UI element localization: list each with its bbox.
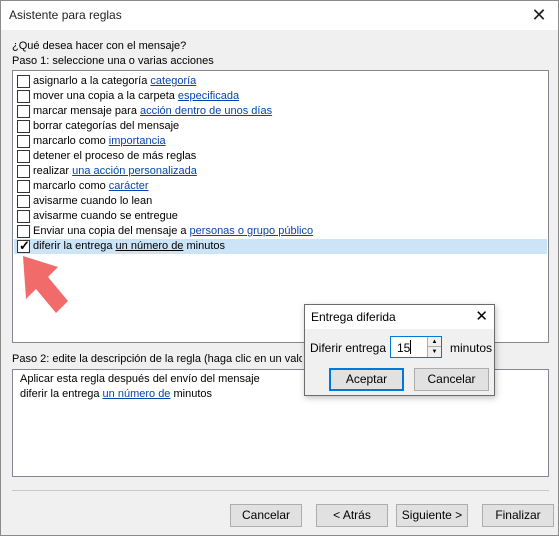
checkbox-icon[interactable] [17, 150, 30, 163]
checkbox-icon[interactable] [17, 105, 30, 118]
close-icon[interactable]: ✕ [475, 307, 488, 325]
action-text: diferir la entrega [33, 240, 116, 252]
step2-label: Paso 2: edite la descripción de la regla… [12, 353, 302, 365]
action-link[interactable]: categoría [150, 75, 196, 87]
step1-label: Paso 1: seleccione una o varias acciones [12, 55, 214, 67]
next-button[interactable]: Siguiente > [396, 504, 468, 527]
action-label: mover una copia a la carpeta especificad… [33, 90, 239, 102]
action-row[interactable]: mover una copia a la carpeta especificad… [14, 89, 547, 104]
minutes-value[interactable]: 15 [397, 341, 410, 355]
action-text: asignarlo a la categoría [33, 75, 151, 87]
description-line: diferir la entrega un número de minutos [20, 388, 212, 400]
actions-list[interactable]: asignarlo a la categoría categoría mover … [12, 70, 549, 343]
cancel-button[interactable]: Cancelar [230, 504, 302, 527]
action-text: realizar [33, 165, 73, 177]
action-label: avisarme cuando se entregue [33, 210, 178, 222]
accept-button[interactable]: Aceptar [329, 368, 404, 391]
action-row[interactable]: avisarme cuando lo lean [14, 194, 547, 209]
checkbox-icon[interactable] [17, 210, 30, 223]
description-text: diferir la entrega [20, 388, 103, 400]
checkbox-icon[interactable] [17, 75, 30, 88]
checkbox-icon[interactable] [17, 225, 30, 238]
question-label: ¿Qué desea hacer con el mensaje? [12, 40, 187, 52]
action-link[interactable]: carácter [109, 180, 149, 192]
action-label: avisarme cuando lo lean [33, 195, 152, 207]
action-text: marcar mensaje para [33, 105, 140, 117]
action-label: Enviar una copia del mensaje a personas … [33, 225, 313, 237]
description-line: Aplicar esta regla después del envío del… [20, 373, 260, 385]
action-row[interactable]: detener el proceso de más reglas [14, 149, 547, 164]
action-row[interactable]: marcar mensaje para acción dentro de uno… [14, 104, 547, 119]
action-text: detener el proceso de más reglas [33, 150, 197, 162]
action-text: avisarme cuando lo lean [33, 195, 153, 207]
action-label: detener el proceso de más reglas [33, 150, 196, 162]
action-link[interactable]: una acción personalizada [72, 165, 197, 177]
minutes-stepper[interactable]: 15 ▲ ▼ [390, 336, 442, 358]
action-label: marcarlo como importancia [33, 135, 166, 147]
action-row[interactable]: marcarlo como carácter [14, 179, 547, 194]
checkbox-icon[interactable] [17, 90, 30, 103]
pointer-arrow-icon [23, 256, 68, 313]
action-row[interactable]: asignarlo a la categoría categoría [14, 74, 547, 89]
finish-button[interactable]: Finalizar [482, 504, 554, 527]
action-text: marcarlo como [33, 180, 109, 192]
delay-label: Diferir entrega [310, 341, 387, 355]
action-row[interactable]: marcarlo como importancia [14, 134, 547, 149]
close-icon[interactable]: ✕ [528, 4, 550, 26]
action-label: realizar una acción personalizada [33, 165, 197, 177]
checkbox-icon[interactable] [17, 165, 30, 178]
checkbox-icon[interactable] [17, 195, 30, 208]
action-row[interactable]: borrar categorías del mensaje [14, 119, 547, 134]
action-text: borrar categorías del mensaje [33, 120, 180, 132]
action-label: marcar mensaje para acción dentro de uno… [33, 105, 272, 117]
separator [12, 490, 549, 491]
action-link[interactable]: acción dentro de unos días [140, 105, 272, 117]
delivery-delay-dialog: Entrega diferida ✕ Diferir entrega 15 ▲ … [304, 304, 495, 396]
action-text: avisarme cuando se entregue [33, 210, 178, 222]
rules-wizard-window: Asistente para reglas ✕ ¿Qué desea hacer… [0, 0, 559, 536]
window-title: Asistente para reglas [9, 8, 122, 22]
back-button[interactable]: < Atrás [316, 504, 388, 527]
checkbox-icon[interactable] [17, 135, 30, 148]
action-text: minutos [183, 240, 226, 252]
action-link[interactable]: personas o grupo público [190, 225, 314, 237]
action-row[interactable]: Enviar una copia del mensaje a personas … [14, 224, 547, 239]
dialog-title-bar: Entrega diferida ✕ [305, 305, 494, 329]
checkbox-icon[interactable] [17, 120, 30, 133]
action-row[interactable]: realizar una acción personalizada [14, 164, 547, 179]
text-caret [410, 340, 411, 354]
action-label: asignarlo a la categoría categoría [33, 75, 196, 87]
action-row[interactable]: avisarme cuando se entregue [14, 209, 547, 224]
stepper-buttons: ▲ ▼ [427, 337, 441, 357]
dialog-cancel-button[interactable]: Cancelar [414, 368, 489, 391]
checkbox-icon[interactable] [17, 238, 30, 254]
action-label: diferir la entrega un número de minutos [33, 240, 225, 252]
spin-up-icon[interactable]: ▲ [428, 337, 441, 347]
spin-down-icon[interactable]: ▼ [428, 347, 441, 357]
action-text: marcarlo como [33, 135, 109, 147]
action-link[interactable]: especificada [178, 90, 239, 102]
number-link[interactable]: un número de [103, 388, 171, 400]
title-bar: Asistente para reglas ✕ [1, 1, 558, 30]
description-text: minutos [170, 388, 213, 400]
checkbox-icon[interactable] [17, 180, 30, 193]
action-label: marcarlo como carácter [33, 180, 149, 192]
action-text: mover una copia a la carpeta [33, 90, 178, 102]
action-link[interactable]: un número de [116, 240, 184, 252]
action-row[interactable]: diferir la entrega un número de minutos [14, 238, 547, 254]
action-text: Enviar una copia del mensaje a [33, 225, 190, 237]
dialog-title: Entrega diferida [311, 310, 396, 324]
action-link[interactable]: importancia [109, 135, 166, 147]
action-label: borrar categorías del mensaje [33, 120, 179, 132]
unit-label: minutos [450, 341, 493, 355]
